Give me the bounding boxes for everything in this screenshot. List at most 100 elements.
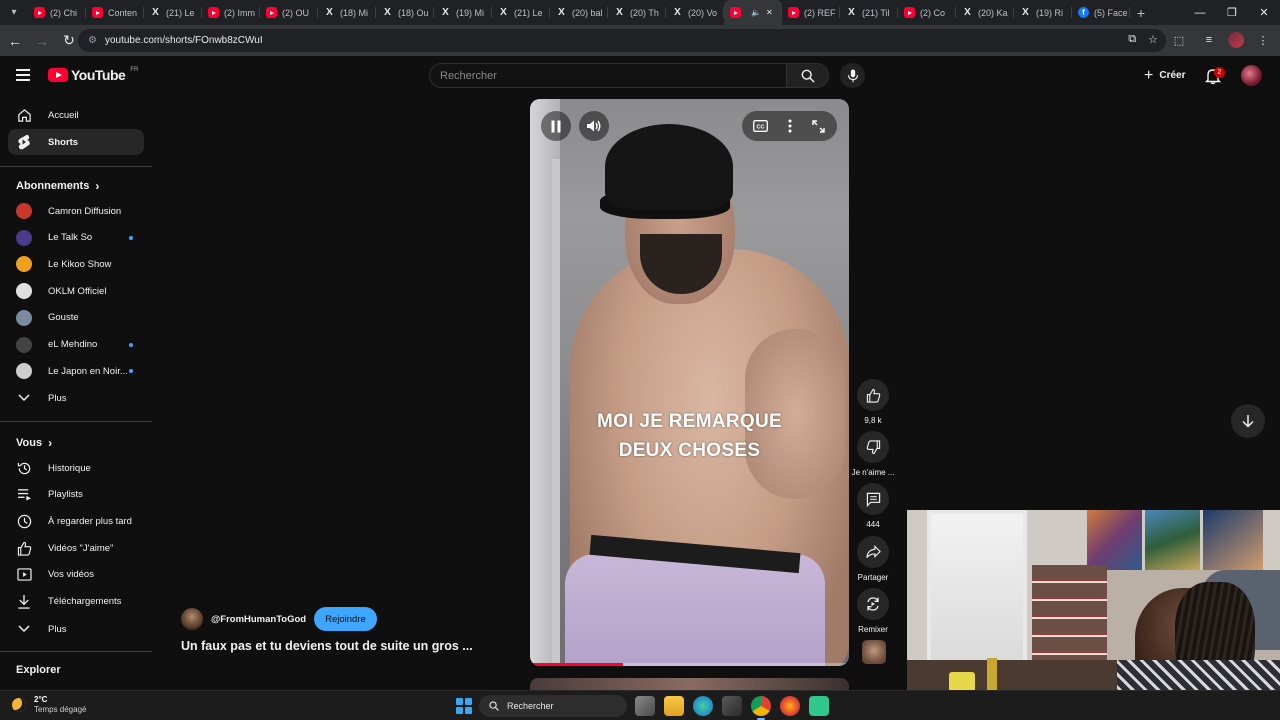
- subscriptions-header[interactable]: Abonnements ›: [16, 179, 99, 193]
- sidebar-item-video[interactable]: Vos vidéos: [8, 562, 144, 588]
- subscriptions-more[interactable]: Plus: [8, 385, 144, 411]
- browser-tab[interactable]: X (20) Vo: [666, 0, 724, 25]
- browser-tab[interactable]: (2) REF: [782, 0, 840, 25]
- site-info-icon[interactable]: ⚙: [88, 35, 97, 46]
- open-in-app-icon[interactable]: ⧉: [1128, 33, 1136, 46]
- sidebar-channel-item[interactable]: Gouste: [8, 305, 144, 331]
- more-options-icon[interactable]: [779, 115, 801, 137]
- remix-action[interactable]: Remixer: [857, 588, 889, 634]
- browser-tab[interactable]: X (19) Mi: [434, 0, 492, 25]
- browser-tab[interactable]: (2) Imm: [202, 0, 260, 25]
- comments-action[interactable]: 444: [857, 483, 889, 529]
- next-video-button[interactable]: [1231, 404, 1265, 438]
- weather-widget[interactable]: 2°C Temps dégagé: [12, 695, 86, 715]
- file-explorer-icon[interactable]: [664, 696, 684, 716]
- bookmark-star-icon[interactable]: ☆: [1148, 33, 1158, 46]
- sidebar-item-download[interactable]: Téléchargements: [8, 589, 144, 615]
- browser-tab[interactable]: X (21) Le: [492, 0, 550, 25]
- sidebar-channel-item[interactable]: Le Japon en Noir...: [8, 358, 144, 384]
- browser-tab[interactable]: f (5) Face: [1072, 0, 1130, 25]
- menu-icon[interactable]: [16, 69, 30, 81]
- sidebar-channel-item[interactable]: Camron Diffusion: [8, 198, 144, 224]
- fullscreen-icon[interactable]: [808, 115, 830, 137]
- sidebar-item-playlist[interactable]: Playlists: [8, 482, 144, 508]
- search-button[interactable]: [787, 63, 829, 88]
- edge-icon[interactable]: [693, 696, 713, 716]
- minimize-icon[interactable]: —: [1184, 0, 1216, 25]
- media-controls-icon[interactable]: ≡: [1198, 29, 1220, 51]
- channel-avatar: [16, 363, 32, 380]
- sidebar-channel-item[interactable]: Le Talk So: [8, 225, 144, 251]
- extensions-icon[interactable]: ⬚: [1168, 29, 1190, 51]
- restore-icon[interactable]: ❐: [1216, 0, 1248, 25]
- search-box[interactable]: [429, 63, 787, 88]
- youtube-logo[interactable]: YouTube FR: [48, 67, 138, 83]
- new-tab-button[interactable]: +: [1130, 5, 1152, 21]
- search-input[interactable]: [440, 69, 786, 82]
- video-progress-bar[interactable]: [530, 663, 849, 666]
- browser-tab[interactable]: X (21) Til: [840, 0, 898, 25]
- comments-button[interactable]: [857, 483, 889, 515]
- browser-tab[interactable]: X (18) Ou: [376, 0, 434, 25]
- sidebar-item-thumbs-up[interactable]: Vidéos "J'aime": [8, 535, 144, 561]
- join-button[interactable]: Rejoindre: [314, 607, 377, 631]
- like-action[interactable]: 9,8 k: [857, 379, 889, 425]
- pause-button[interactable]: [541, 111, 571, 141]
- browser-menu-icon[interactable]: ⋮: [1252, 29, 1274, 51]
- windows-start-icon[interactable]: [456, 698, 472, 714]
- sidebar-item-history[interactable]: Historique: [8, 455, 144, 481]
- task-view-icon[interactable]: [635, 696, 655, 716]
- short-video-player[interactable]: MOI JE REMARQUE DEUX CHOSES CC: [530, 99, 849, 666]
- close-window-icon[interactable]: ✕: [1248, 0, 1280, 25]
- browser-profile-avatar[interactable]: [1228, 32, 1244, 48]
- firefox-icon[interactable]: [780, 696, 800, 716]
- forward-icon[interactable]: →: [30, 29, 54, 53]
- voice-search-button[interactable]: [840, 63, 865, 88]
- webcam-poster: [1087, 510, 1142, 570]
- you-header[interactable]: Vous ›: [16, 436, 52, 450]
- share-action[interactable]: Partager: [857, 536, 889, 582]
- remix-button[interactable]: [857, 588, 889, 620]
- create-button[interactable]: + Créer: [1134, 63, 1195, 88]
- tab-close-icon[interactable]: ✕: [766, 8, 773, 17]
- browser-tab[interactable]: X (20) Ka: [956, 0, 1014, 25]
- share-button[interactable]: [857, 536, 889, 568]
- browser-tab[interactable]: X (19) Ri: [1014, 0, 1072, 25]
- browser-tab-strip: ▾ (2) Chi Conten X (21) Le (2) Imm (2) OU X (18…: [0, 0, 1280, 25]
- browser-tab[interactable]: (2) OU: [260, 0, 318, 25]
- like-button[interactable]: [857, 379, 889, 411]
- sidebar-item-shorts[interactable]: Shorts: [8, 129, 144, 155]
- browser-tab[interactable]: X (20) Th: [608, 0, 666, 25]
- dislike-button[interactable]: [857, 431, 889, 463]
- browser-tab[interactable]: X (18) Mi: [318, 0, 376, 25]
- omnibox[interactable]: ⚙ youtube.com/shorts/FOnwb8zCWuI ⧉ ☆: [78, 29, 1166, 52]
- browser-tab[interactable]: (2) Co: [898, 0, 956, 25]
- tab-search-button[interactable]: ▾: [0, 0, 28, 25]
- channel-name[interactable]: @FromHumanToGod: [211, 614, 306, 625]
- browser-tab[interactable]: X (20) bal: [550, 0, 608, 25]
- app-icon[interactable]: [809, 696, 829, 716]
- browser-tab[interactable]: X (21) Le: [144, 0, 202, 25]
- sidebar-channel-item[interactable]: OKLM Officiel: [8, 278, 144, 304]
- sidebar-item-home[interactable]: Accueil: [8, 102, 144, 128]
- captions-icon[interactable]: CC: [750, 115, 772, 137]
- audio-source-thumbnail[interactable]: [862, 640, 886, 664]
- browser-tab[interactable]: (2) Chi: [28, 0, 86, 25]
- store-icon[interactable]: [722, 696, 742, 716]
- youtube-play-icon: [48, 68, 68, 82]
- channel-avatar[interactable]: [181, 608, 203, 630]
- browser-tab[interactable]: Conten: [86, 0, 144, 25]
- account-avatar[interactable]: [1241, 65, 1262, 86]
- chrome-icon[interactable]: [751, 696, 771, 720]
- tab-audio-icon[interactable]: 🔈: [751, 8, 761, 17]
- sidebar-channel-item[interactable]: Le Kikoo Show: [8, 251, 144, 277]
- back-icon[interactable]: ←: [3, 29, 27, 53]
- you-more[interactable]: Plus: [8, 616, 144, 642]
- taskbar-search[interactable]: Rechercher: [479, 695, 627, 717]
- short-title[interactable]: Un faux pas et tu deviens tout de suite …: [181, 639, 473, 653]
- dislike-action[interactable]: Je n'aime ...: [852, 431, 894, 477]
- sidebar-channel-item[interactable]: eL Mehdino: [8, 332, 144, 358]
- volume-button[interactable]: [579, 111, 609, 141]
- sidebar-item-clock[interactable]: À regarder plus tard: [8, 508, 144, 534]
- browser-tab[interactable]: 🔈 ✕: [724, 0, 782, 25]
